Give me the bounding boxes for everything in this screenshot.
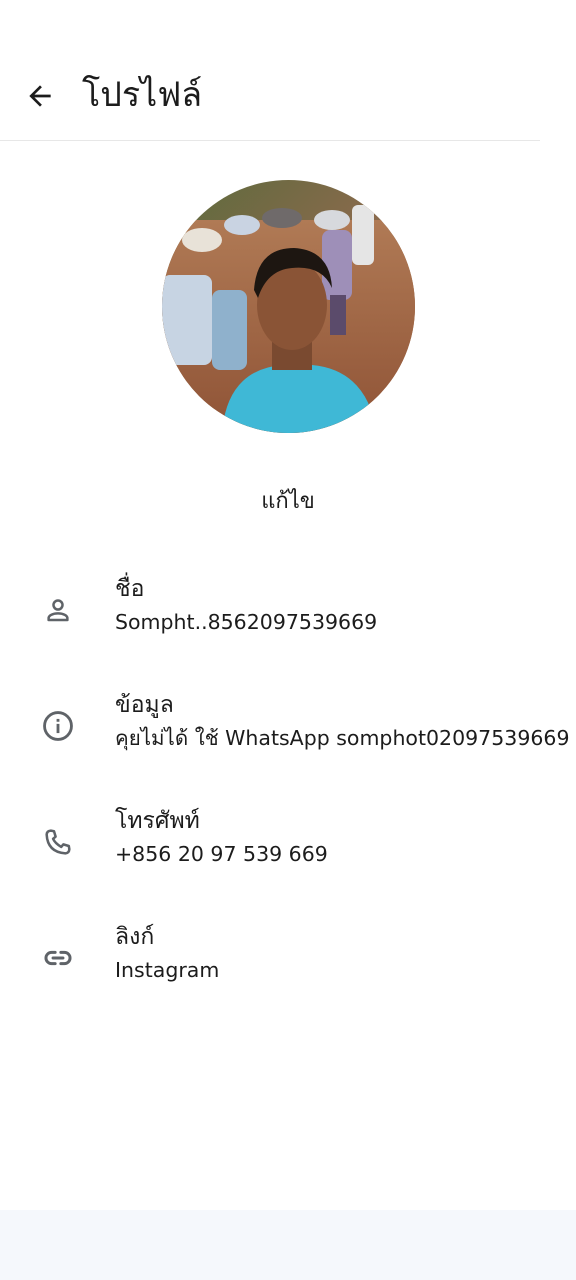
name-label: ชื่อ [115,576,145,602]
about-value: คุยไม่ได้ ใช้ WhatsApp somphot0209753966… [115,726,570,750]
page-title: โปรไฟล์ [82,75,203,115]
profile-photo-image [162,180,415,433]
phone-icon [38,822,78,862]
profile-photo[interactable] [162,180,415,433]
name-value: Sompht..8562097539669 [115,610,378,634]
header-divider [0,140,540,141]
edit-photo-link[interactable]: แก้ไข [0,484,576,520]
arrow-back-icon [29,85,51,107]
phone-label: โทรศัพท์ [115,808,200,834]
phone-value: +856 20 97 539 669 [115,842,328,866]
about-label: ข้อมูล [115,692,174,718]
links-label: ลิงก์ [115,924,155,950]
about-row[interactable]: ข้อมูล คุยไม่ได้ ใช้ WhatsApp somphot020… [0,692,576,786]
person-icon [38,590,78,630]
links-value[interactable]: Instagram [115,955,219,985]
links-row[interactable]: ลิงก์ Instagram [0,924,576,1018]
app-bar: โปรไฟล์ [0,0,576,140]
info-icon [38,706,78,746]
link-icon [38,938,78,978]
name-row[interactable]: ชื่อ Sompht..8562097539669 [0,576,576,670]
system-nav-bar [0,1210,576,1280]
phone-row[interactable]: โทรศัพท์ +856 20 97 539 669 [0,808,576,902]
back-button[interactable] [20,76,60,116]
